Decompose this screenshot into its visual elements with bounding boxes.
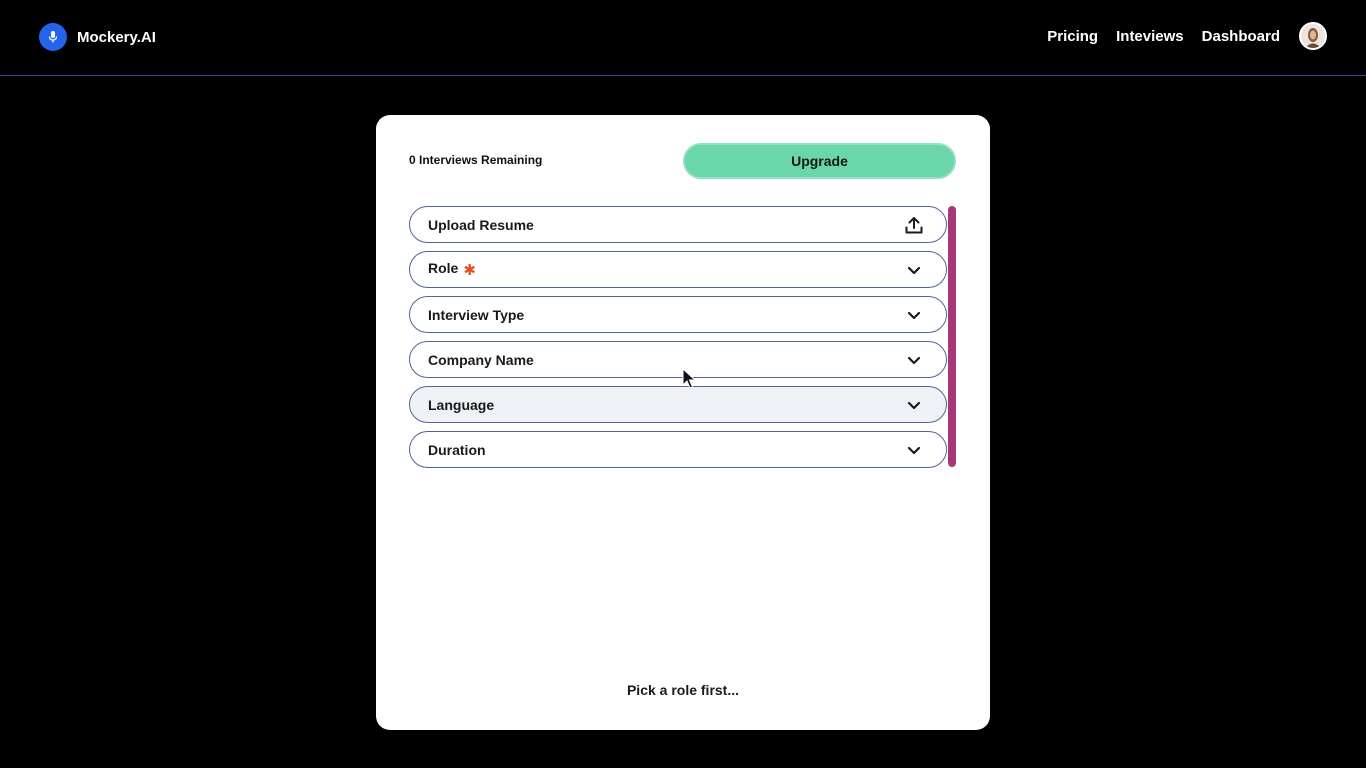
microphone-icon (39, 23, 67, 51)
hint-text: Pick a role first... (626, 682, 740, 698)
chevron-down-icon (904, 395, 924, 415)
interviews-remaining: 0 Interviews Remaining (409, 153, 543, 167)
chevron-down-icon (904, 305, 924, 325)
nav-interviews[interactable]: Inteviews (1116, 28, 1184, 45)
chevron-down-icon (904, 350, 924, 370)
field-label: Language (428, 396, 495, 413)
upload-icon (904, 215, 924, 235)
interview-setup-card: 0 Interviews Remaining Upgrade Upload Re… (376, 115, 990, 730)
chevron-down-icon (904, 440, 924, 460)
nav-pricing[interactable]: Pricing (1047, 28, 1098, 45)
field-label: Interview Type (428, 306, 525, 323)
role-label: Role (428, 260, 459, 277)
nav-links: Pricing Inteviews Dashboard (1047, 22, 1327, 50)
brand[interactable]: Mockery.AI (39, 23, 156, 51)
mouse-cursor-icon (682, 367, 698, 390)
top-navbar: Mockery.AI Pricing Inteviews Dashboard (0, 0, 1366, 76)
interview-type-dropdown[interactable]: Interview Type (409, 296, 947, 333)
upgrade-button[interactable]: Upgrade (683, 143, 956, 179)
upload-resume-field[interactable]: Upload Resume (409, 206, 947, 243)
duration-dropdown[interactable]: Duration (409, 431, 947, 468)
field-label: Upload Resume (428, 216, 534, 233)
required-asterisk: ✱ (463, 261, 476, 279)
field-label: Role ✱ (428, 260, 904, 278)
company-name-dropdown[interactable]: Company Name (409, 341, 947, 378)
role-dropdown[interactable]: Role ✱ (409, 251, 947, 288)
nav-dashboard[interactable]: Dashboard (1202, 28, 1280, 45)
field-label: Company Name (428, 351, 534, 368)
user-avatar[interactable] (1299, 22, 1327, 50)
chevron-down-icon (904, 260, 924, 280)
brand-name: Mockery.AI (77, 28, 156, 46)
field-label: Duration (428, 441, 486, 458)
scrollbar[interactable] (948, 206, 956, 467)
language-dropdown[interactable]: Language (409, 386, 947, 423)
